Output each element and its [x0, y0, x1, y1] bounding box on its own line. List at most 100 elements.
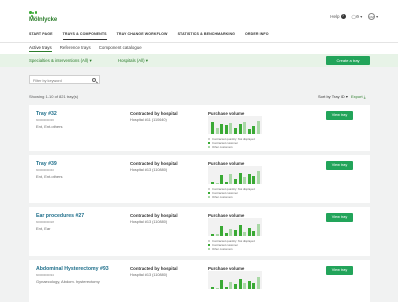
search-box: [29, 75, 100, 84]
tray-card: Tray #39 M0000000040 Ent, Ent.others Contra…: [29, 155, 370, 203]
volume-bar: [238, 172, 242, 184]
hospitals-filter[interactable]: Hospitals (All) ▾: [118, 58, 148, 64]
tray-name-link[interactable]: Abdominal Hysterectomy #93: [36, 266, 109, 272]
view-tray-button[interactable]: View tray: [326, 213, 353, 222]
nav-tray-change-workflow[interactable]: TRAY CHANGE WORKFLOW: [117, 32, 168, 40]
tray-name-link[interactable]: Tray #32: [36, 111, 57, 117]
volume-bar: [243, 176, 247, 184]
main-nav: START PAGE TRAYS & COMPONENTS TRAY CHANG…: [29, 32, 269, 40]
volume-bar: [247, 228, 251, 236]
nav-start-page[interactable]: START PAGE: [29, 32, 53, 40]
search-icon[interactable]: [92, 78, 96, 82]
search-input[interactable]: [33, 77, 88, 84]
volume-bar: [215, 183, 219, 184]
purchase-volume-chart: [208, 271, 262, 289]
nav-order-info[interactable]: ORDER INFO: [245, 32, 269, 40]
volume-bar: [252, 176, 256, 184]
chart-legend: Contracted quantity: Not displayed Contra…: [208, 137, 255, 149]
tab-reference-trays[interactable]: Reference trays: [60, 45, 91, 52]
volume-bar: [234, 127, 237, 134]
chevron-down-icon: ▾: [345, 94, 348, 99]
help-link[interactable]: Help?: [330, 14, 346, 20]
volume-bar: [252, 231, 256, 236]
nav-trays-components[interactable]: TRAYS & COMPONENTS: [62, 32, 107, 40]
help-icon: ?: [340, 14, 346, 20]
legend-swatch: [208, 195, 210, 198]
export-label: Export: [351, 94, 363, 99]
volume-bar: [215, 128, 219, 134]
user-avatar: CM: [368, 13, 376, 20]
volume-bar: [224, 181, 228, 184]
language-menu[interactable]: ◯⚙ ▾: [352, 14, 363, 19]
contracted-hospital: Hospital #13 (110880): [130, 168, 168, 172]
contracted-title: Contracted by hospital: [130, 266, 178, 271]
nav-statistics[interactable]: STATISTICS & BENCHMARKING: [178, 32, 235, 40]
volume-bar: [229, 228, 233, 236]
tab-active-trays[interactable]: Active trays: [29, 45, 52, 52]
legend-label: Other customers: [212, 145, 233, 149]
tray-number: M0000000028: [36, 220, 54, 224]
volume-bar: [257, 277, 260, 289]
tray-number: M0000000040: [36, 168, 54, 172]
volume-bar: [238, 123, 242, 134]
contracted-title: Contracted by hospital: [130, 213, 178, 218]
export-link[interactable]: Export ⤓: [351, 94, 365, 99]
volume-bar: [243, 282, 247, 289]
logo[interactable]: Mölnlycke: [29, 11, 67, 27]
user-menu[interactable]: CM ▾: [368, 13, 378, 20]
legend-swatch: [208, 187, 210, 190]
volume-bar: [234, 284, 237, 289]
volume-bar: [243, 122, 247, 134]
tray-name-link[interactable]: Tray #39: [36, 161, 57, 167]
volume-bar: [238, 224, 242, 236]
legend-item: Other customers: [208, 195, 255, 199]
specialties-filter[interactable]: Specialties & interventions (All) ▾: [29, 58, 92, 64]
chevron-down-icon: ▾: [376, 15, 378, 19]
tray-name-link[interactable]: Ear procedures #27: [36, 213, 84, 219]
view-tray-button[interactable]: View tray: [326, 161, 353, 170]
volume-bar: [220, 280, 224, 289]
volume-bar: [224, 232, 228, 236]
page: Mölnlycke START PAGE TRAYS & COMPONENTS …: [0, 0, 398, 302]
volume-bar: [211, 181, 214, 184]
volume-bar: [252, 126, 256, 134]
contracted-title: Contracted by hospital: [130, 111, 178, 116]
volume-bar: [215, 288, 219, 289]
chart-legend: Contracted quantity: Not displayed Contra…: [208, 187, 255, 199]
tray-description: Ent, Ent.others: [36, 124, 63, 129]
contracted-hospital: Hospital #11 (110640): [130, 118, 167, 122]
view-tray-button[interactable]: View tray: [326, 111, 353, 120]
volume-bar: [243, 232, 247, 236]
legend-swatch: [208, 191, 210, 194]
volume-bar: [215, 234, 219, 236]
view-tray-button[interactable]: View tray: [326, 266, 353, 275]
volume-bar: [220, 175, 224, 184]
volume-bar: [247, 129, 251, 134]
tray-number: M0000000094: [36, 273, 54, 277]
volume-bar: [229, 174, 233, 184]
volume-bar: [211, 287, 214, 289]
volume-bar: [247, 173, 251, 184]
chevron-down-icon: ▾: [360, 15, 363, 19]
volume-bar: [224, 287, 228, 289]
sort-dropdown[interactable]: Sort by Tray ID ▾: [318, 94, 348, 99]
tray-description: Ent, Ent.others: [36, 174, 63, 179]
sub-nav: Active trays Reference trays Component c…: [0, 42, 398, 54]
legend-swatch: [208, 145, 210, 148]
tab-component-catalogue[interactable]: Component catalogue: [99, 45, 142, 52]
tray-card: Tray #32 M0000000036 Ent, Ent.others Contra…: [29, 105, 370, 151]
volume-bar: [229, 122, 233, 134]
volume-bar: [224, 125, 228, 134]
tray-description: Gynaecology, Abdom. hysterectomy: [36, 279, 100, 284]
hospitals-filter-label: Hospitals (All): [118, 58, 145, 63]
purchase-volume-chart: [208, 166, 262, 184]
tray-card: Ear procedures #27 M0000000028 Ent, Ear Con…: [29, 207, 370, 256]
purchase-volume-chart: [208, 116, 262, 134]
volume-bar: [211, 233, 214, 236]
legend-label: Other customers: [212, 195, 233, 199]
create-tray-button[interactable]: Create a tray: [326, 56, 370, 65]
logo-text: Mölnlycke: [29, 17, 58, 23]
volume-bar: [238, 279, 242, 289]
tray-number: M0000000036: [36, 118, 54, 122]
legend-swatch: [208, 243, 210, 246]
